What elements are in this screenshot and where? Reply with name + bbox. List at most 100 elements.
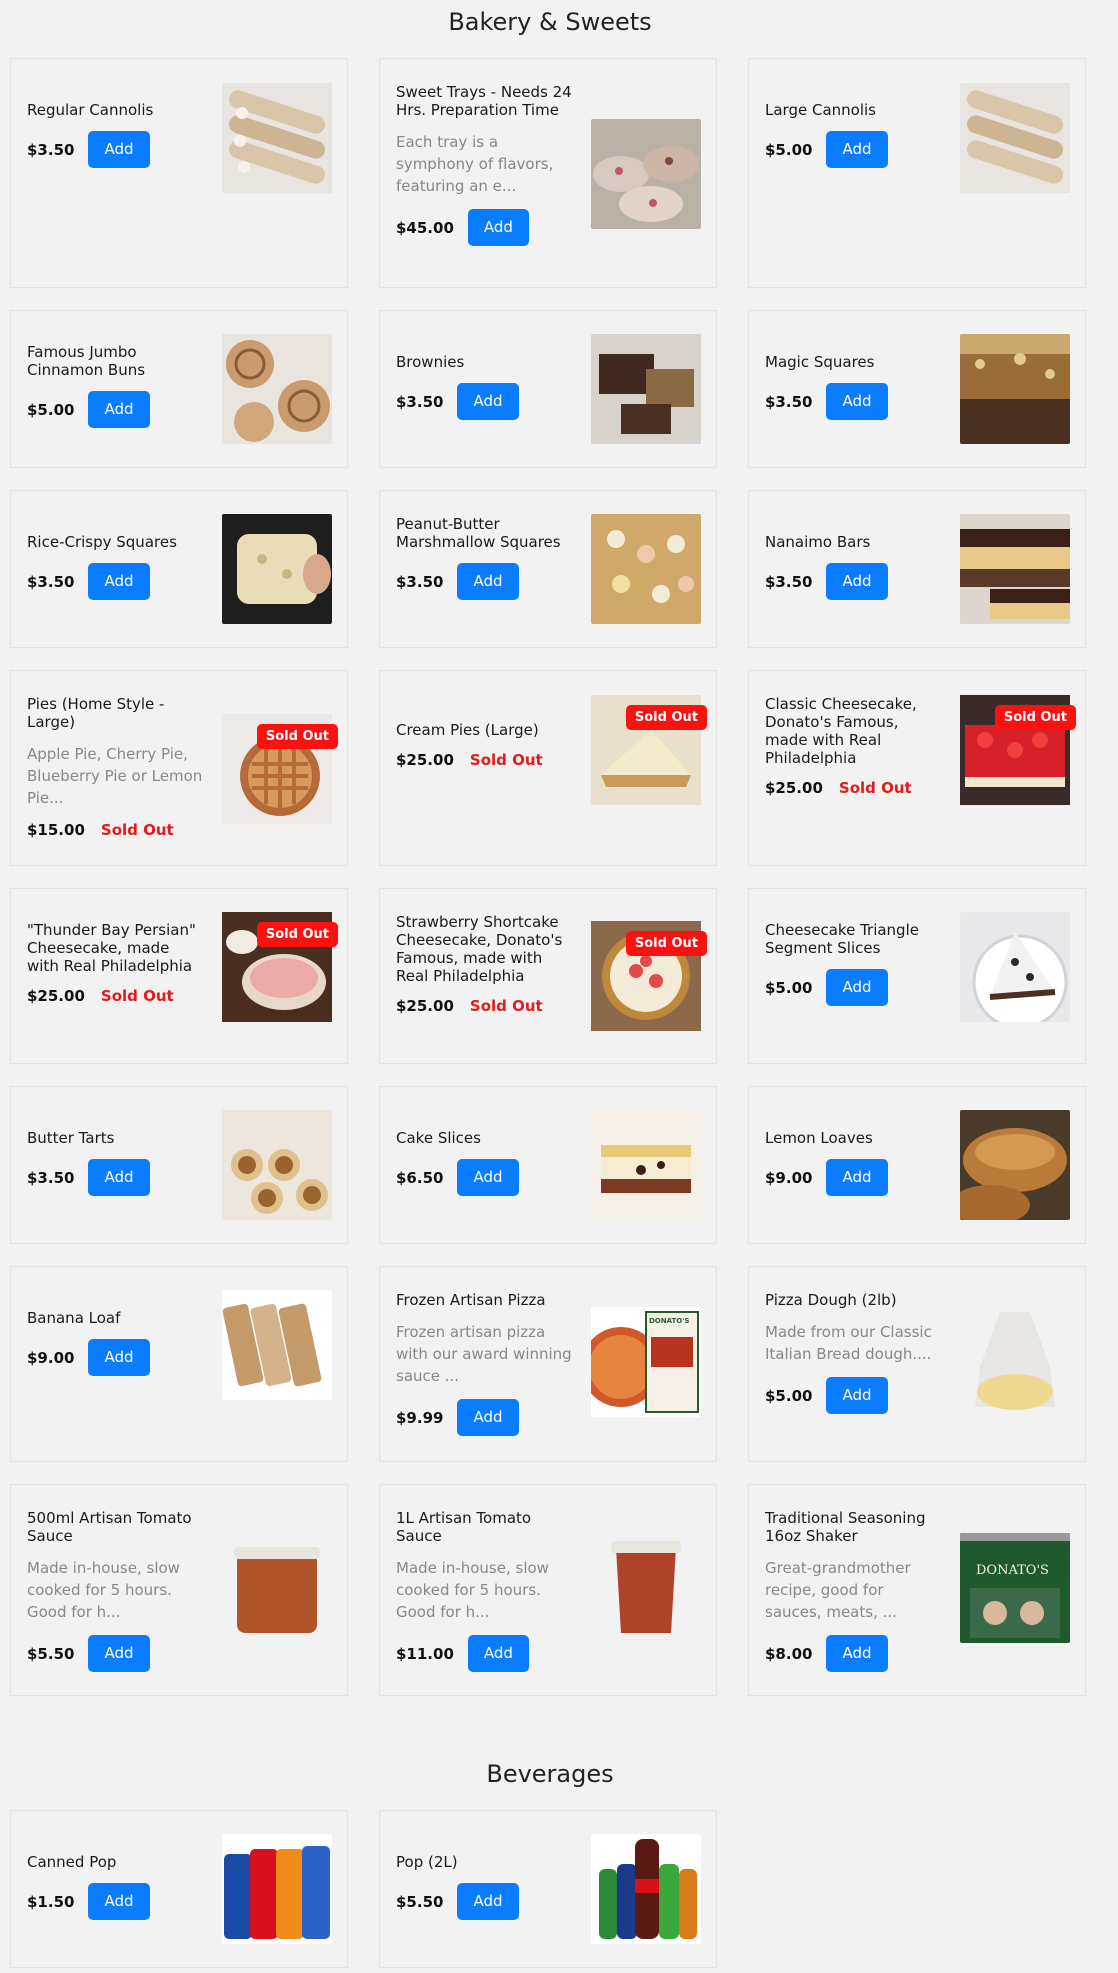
add-button[interactable]: Add — [88, 1635, 150, 1672]
product-name: 500ml Artisan Tomato Sauce — [27, 1509, 192, 1545]
add-button[interactable]: Add — [88, 1339, 150, 1376]
add-button[interactable]: Add — [826, 969, 888, 1006]
product-price: $45.00 — [396, 218, 454, 237]
add-button[interactable]: Add — [88, 563, 150, 600]
product-price: $3.50 — [396, 572, 444, 591]
product-card-cake-slices[interactable]: Cake Slices $6.50 Add — [379, 1086, 717, 1244]
product-card-strawberry-shortcake[interactable]: Strawberry Shortcake Cheesecake, Donato'… — [379, 888, 717, 1064]
product-name: Nanaimo Bars — [765, 533, 871, 551]
cake-slice-image — [591, 1110, 701, 1220]
product-name: Brownies — [396, 353, 465, 371]
product-price: $5.00 — [27, 400, 75, 419]
add-button[interactable]: Add — [826, 1635, 888, 1672]
cinnamon-bun-image — [222, 334, 332, 444]
add-button[interactable]: Add — [826, 1377, 888, 1414]
add-button[interactable]: Add — [88, 391, 150, 428]
product-price: $3.50 — [27, 572, 75, 591]
brownie-image — [591, 334, 701, 444]
add-button[interactable]: Add — [457, 1159, 519, 1196]
product-card-banana-loaf[interactable]: Banana Loaf $9.00 Add — [10, 1266, 348, 1462]
sold-out-badge: Sold Out — [625, 705, 707, 730]
sold-out-label: Sold Out — [100, 987, 174, 1005]
add-button[interactable]: Add — [467, 209, 529, 246]
product-card-sauce-500ml[interactable]: 500ml Artisan Tomato Sauce Made in-house… — [10, 1484, 348, 1696]
pizza-box-brand: DONATO'S — [649, 1317, 690, 1325]
product-name: Pies (Home Style - Large) — [27, 695, 165, 731]
add-button[interactable]: Add — [88, 1883, 150, 1920]
product-description: Each tray is a symphony of flavors, feat… — [396, 133, 554, 195]
product-card-regular-cannolis[interactable]: Regular Cannolis $3.50 Add — [10, 58, 348, 288]
product-card-classic-cheesecake[interactable]: Classic Cheesecake, Donato's Famous, mad… — [748, 670, 1086, 866]
product-card-pop-2l[interactable]: Pop (2L) $5.50 Add — [379, 1810, 717, 1968]
product-card-cinnamon-buns[interactable]: Famous Jumbo Cinnamon Buns $5.00 Add — [10, 310, 348, 468]
section-title-beverages: Beverages — [486, 1760, 614, 1788]
add-button[interactable]: Add — [826, 1159, 888, 1196]
pie-image: Sold Out — [222, 714, 338, 824]
product-description: Made in-house, slow cooked for 5 hours. … — [396, 1559, 549, 1621]
product-price: $6.50 — [396, 1168, 444, 1187]
tin-label-brand: DONATO'S — [976, 1563, 1049, 1578]
product-card-thunder-bay[interactable]: "Thunder Bay Persian" Cheesecake, made w… — [10, 888, 348, 1064]
product-name: Magic Squares — [765, 353, 875, 371]
sold-out-label: Sold Out — [838, 779, 912, 797]
add-button[interactable]: Add — [467, 1635, 529, 1672]
product-name: Classic Cheesecake, Donato's Famous, mad… — [765, 695, 917, 767]
product-name: Butter Tarts — [27, 1129, 115, 1147]
add-button[interactable]: Add — [826, 131, 888, 168]
product-card-sweet-trays[interactable]: Sweet Trays - Needs 24 Hrs. Preparation … — [379, 58, 717, 288]
add-button[interactable]: Add — [88, 1159, 150, 1196]
cannoli-image — [960, 83, 1070, 193]
cannoli-image — [222, 83, 332, 193]
add-button[interactable]: Add — [826, 563, 888, 600]
product-card-sauce-1l[interactable]: 1L Artisan Tomato Sauce Made in-house, s… — [379, 1484, 717, 1696]
product-card-frozen-pizza[interactable]: Frozen Artisan Pizza Frozen artisan pizz… — [379, 1266, 717, 1462]
product-card-brownies[interactable]: Brownies $3.50 Add — [379, 310, 717, 468]
soda-bottles-image — [591, 1834, 701, 1944]
product-card-pies[interactable]: Pies (Home Style - Large) Apple Pie, Che… — [10, 670, 348, 866]
product-price: $5.50 — [396, 1892, 444, 1911]
add-button[interactable]: Add — [457, 1883, 519, 1920]
product-name: Cream Pies (Large) — [396, 721, 539, 739]
product-price: $5.00 — [765, 140, 813, 159]
product-name: Large Cannolis — [765, 101, 876, 119]
product-card-pizza-dough[interactable]: Pizza Dough (2lb) Made from our Classic … — [748, 1266, 1086, 1462]
product-price: $25.00 — [765, 779, 823, 797]
add-button[interactable]: Add — [826, 383, 888, 420]
product-name: 1L Artisan Tomato Sauce — [396, 1509, 532, 1545]
product-description: Made in-house, slow cooked for 5 hours. … — [27, 1559, 180, 1621]
product-card-nanaimo[interactable]: Nanaimo Bars $3.50 Add — [748, 490, 1086, 648]
sold-out-label: Sold Out — [100, 821, 174, 839]
product-card-seasoning[interactable]: Traditional Seasoning 16oz Shaker Great-… — [748, 1484, 1086, 1696]
strawberry-cheesecake-image: Sold Out — [591, 921, 707, 1031]
frozen-pizza-image: DONATO'S — [591, 1307, 701, 1417]
product-card-lemon-loaves[interactable]: Lemon Loaves $9.00 Add — [748, 1086, 1086, 1244]
product-name: Peanut-Butter Marshmallow Squares — [396, 515, 561, 551]
rice-crispy-image — [222, 514, 332, 624]
product-price: $25.00 — [396, 997, 454, 1015]
product-card-butter-tarts[interactable]: Butter Tarts $3.50 Add — [10, 1086, 348, 1244]
product-name: Traditional Seasoning 16oz Shaker — [765, 1509, 926, 1545]
product-name: Frozen Artisan Pizza — [396, 1291, 546, 1309]
product-card-cream-pies[interactable]: Cream Pies (Large) $25.00 Sold Out Sold O… — [379, 670, 717, 866]
sold-out-badge: Sold Out — [625, 931, 707, 956]
add-button[interactable]: Add — [457, 1399, 519, 1436]
add-button[interactable]: Add — [88, 131, 150, 168]
product-card-canned-pop[interactable]: Canned Pop $1.50 Add — [10, 1810, 348, 1968]
add-button[interactable]: Add — [457, 563, 519, 600]
product-name: "Thunder Bay Persian" Cheesecake, made w… — [27, 921, 196, 975]
product-name: Cheesecake Triangle Segment Slices — [765, 921, 919, 957]
product-description: Apple Pie, Cherry Pie, Blueberry Pie or … — [27, 745, 203, 807]
product-price: $8.00 — [765, 1644, 813, 1663]
product-card-cheesecake-triangle[interactable]: Cheesecake Triangle Segment Slices $5.00… — [748, 888, 1086, 1064]
magic-square-image — [960, 334, 1070, 444]
product-price: $11.00 — [396, 1644, 454, 1663]
product-card-large-cannolis[interactable]: Large Cannolis $5.00 Add — [748, 58, 1086, 288]
cream-pie-image: Sold Out — [591, 695, 707, 805]
product-name: Sweet Trays - Needs 24 Hrs. Preparation … — [396, 83, 572, 119]
pizza-dough-image — [960, 1307, 1070, 1417]
product-card-rice-crispy[interactable]: Rice-Crispy Squares $3.50 Add — [10, 490, 348, 648]
product-card-magic-squares[interactable]: Magic Squares $3.50 Add — [748, 310, 1086, 468]
product-card-pb-marshmallow[interactable]: Peanut-Butter Marshmallow Squares $3.50 A… — [379, 490, 717, 648]
add-button[interactable]: Add — [457, 383, 519, 420]
tomato-sauce-image — [591, 1533, 701, 1643]
